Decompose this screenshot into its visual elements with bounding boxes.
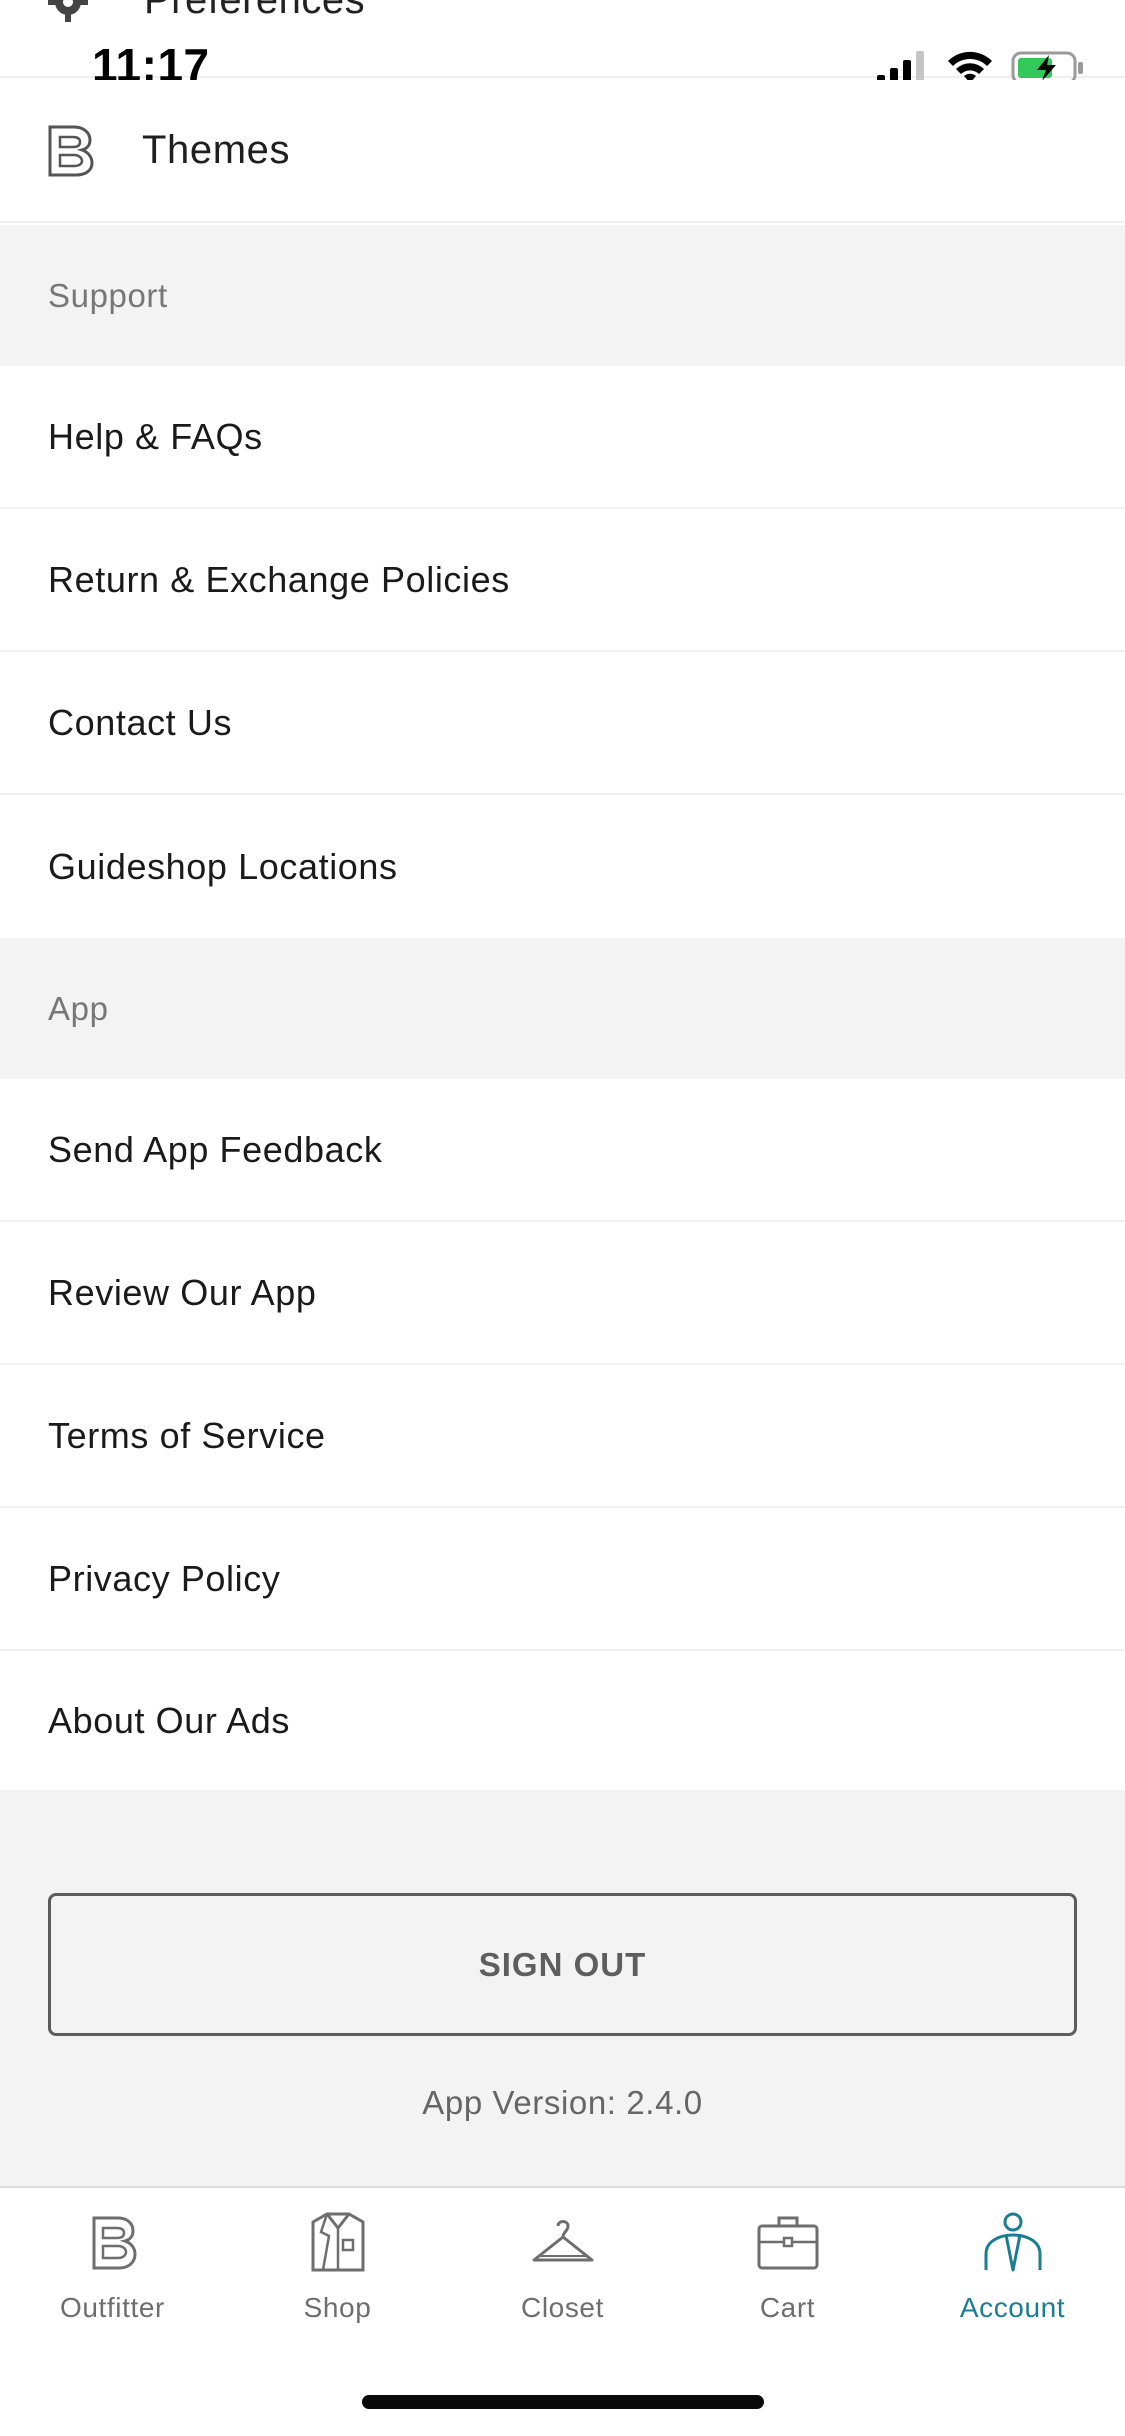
tab-cart[interactable]: Cart [675, 2206, 900, 2346]
privacy-policy-row[interactable]: Privacy Policy [0, 1508, 1125, 1651]
home-indicator [362, 2395, 764, 2409]
help-faqs-label: Help & FAQs [48, 415, 263, 457]
terms-of-service-row[interactable]: Terms of Service [0, 1365, 1125, 1508]
bonobos-b-icon [48, 125, 94, 176]
privacy-policy-label: Privacy Policy [48, 1557, 281, 1599]
guideshop-locations-row[interactable]: Guideshop Locations [0, 795, 1125, 938]
app-version-text: App Version: 2.4.0 [422, 2084, 703, 2121]
send-app-feedback-row[interactable]: Send App Feedback [0, 1079, 1125, 1222]
help-faqs-row[interactable]: Help & FAQs [0, 366, 1125, 509]
tab-outfitter-label: Outfitter [60, 2292, 165, 2323]
return-exchange-label: Return & Exchange Policies [48, 558, 510, 600]
tab-cart-label: Cart [759, 2292, 816, 2323]
themes-row[interactable]: Themes [0, 80, 1125, 223]
send-app-feedback-label: Send App Feedback [48, 1128, 383, 1170]
return-exchange-row[interactable]: Return & Exchange Policies [0, 509, 1125, 652]
tab-account[interactable]: Account [900, 2206, 1125, 2346]
briefcase-icon [757, 2216, 818, 2270]
app-section-header: App [0, 938, 1125, 1079]
bonobos-b-icon [92, 2216, 137, 2270]
about-our-ads-label: About Our Ads [48, 1699, 290, 1741]
tab-closet-label: Closet [521, 2292, 604, 2323]
support-header-label: Support [48, 276, 168, 314]
guideshop-locations-label: Guideshop Locations [48, 845, 398, 887]
shirt-icon [311, 2212, 364, 2272]
gear-icon [48, 0, 88, 22]
person-icon [984, 2212, 1041, 2272]
contact-us-row[interactable]: Contact Us [0, 652, 1125, 795]
tab-shop-label: Shop [303, 2292, 372, 2323]
terms-of-service-label: Terms of Service [48, 1414, 326, 1456]
support-section-header: Support [0, 225, 1125, 366]
tab-outfitter[interactable]: Outfitter [0, 2206, 225, 2346]
tab-shop[interactable]: Shop [225, 2206, 450, 2346]
sign-out-button[interactable]: SIGN OUT [48, 1893, 1077, 2036]
tab-closet[interactable]: Closet [450, 2206, 675, 2346]
preferences-label: Preferences [144, 0, 366, 22]
about-our-ads-row[interactable]: About Our Ads [0, 1651, 1125, 1790]
tab-account-label: Account [959, 2292, 1066, 2323]
preferences-row[interactable]: Preferences [0, 0, 1125, 78]
hanger-icon [532, 2220, 593, 2262]
contact-us-label: Contact Us [48, 701, 233, 743]
themes-label: Themes [142, 128, 291, 172]
review-our-app-label: Review Our App [48, 1271, 317, 1313]
app-header-label: App [48, 989, 109, 1027]
review-our-app-row[interactable]: Review Our App [0, 1222, 1125, 1365]
